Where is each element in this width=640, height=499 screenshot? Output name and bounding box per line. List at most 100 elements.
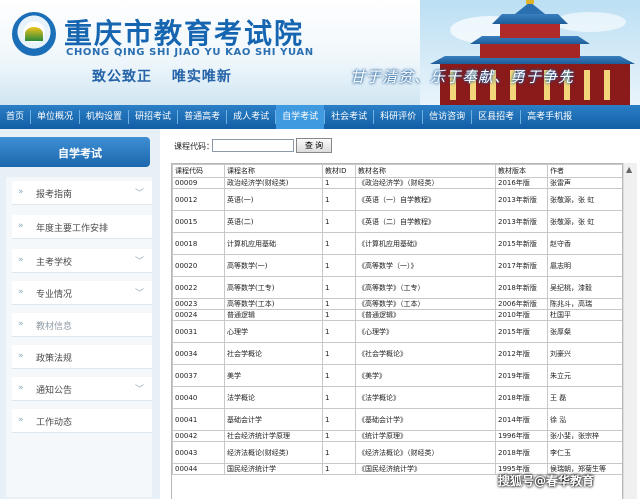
table-row: 00015 英语(二) 1 《英语（二）自学教程》 2013年新版 张敬源，张 虹 — [172, 210, 622, 233]
sidebar-item-textbooks[interactable]: » 教材信息 — [12, 313, 152, 337]
course-code-cell: 00024 — [172, 309, 225, 321]
double-chevron-icon: » — [18, 221, 24, 231]
sidebar-item-host-schools[interactable]: » 主考学校 ﹀ — [12, 249, 152, 273]
textbook-name-cell: 《心理学》 — [355, 320, 496, 343]
nav-about[interactable]: 单位概况 — [31, 105, 79, 129]
table-row: 00042 社会经济统计学原理 1 《统计学原理》 1996年版 张小斐，张宗梓 — [172, 430, 622, 442]
nav-self-study-exam[interactable]: 自学考试 — [276, 105, 325, 129]
edition-cell: 1996年版 — [495, 430, 548, 442]
edition-cell: 2015年版 — [495, 320, 548, 343]
nav-adult-exam[interactable]: 成人考试 — [227, 105, 275, 129]
course-name-cell: 英语(二) — [224, 210, 323, 233]
sidebar-item-policies[interactable]: » 政策法规 — [12, 345, 152, 369]
sidebar-heading: 自学考试 — [0, 137, 150, 167]
double-chevron-icon: » — [18, 383, 24, 393]
course-code-cell: 00023 — [172, 298, 225, 310]
table-row: 00031 心理学 1 《心理学》 2015年版 张厚粲 — [172, 320, 622, 343]
slogan-right: 甘于清贫、乐于奉献、勇于争先 — [350, 68, 575, 86]
table-row: 00024 普通逻辑 1 《普通逻辑》 2010年版 杜国平 — [172, 309, 622, 321]
edition-cell: 2014年版 — [495, 408, 548, 431]
nav-home[interactable]: 首页 — [0, 105, 30, 129]
textbook-name-cell: 《英语（一）自学教程》 — [355, 188, 496, 211]
textbook-id-cell: 1 — [322, 320, 356, 343]
course-name-cell: 社会经济统计学原理 — [224, 430, 323, 442]
course-code-label: 课程代码： — [174, 142, 214, 151]
nav-social-exam[interactable]: 社会考试 — [325, 105, 373, 129]
course-name-cell: 心理学 — [224, 320, 323, 343]
sidebar-item-annual-schedule[interactable]: » 年度主要工作安排 — [12, 215, 152, 239]
author-cell: 张敬源，张 虹 — [547, 188, 622, 211]
double-chevron-icon: » — [18, 187, 24, 197]
site-logo[interactable] — [12, 12, 56, 56]
nav-research[interactable]: 科研评价 — [374, 105, 422, 129]
site-header: 重庆市教育考试院 CHONG QING SHI JIAO YU KAO SHI … — [0, 0, 640, 105]
sidebar-item-label: 主考学校 — [36, 258, 73, 268]
column-header: 教材ID — [322, 164, 356, 178]
textbook-name-cell: 《普通逻辑》 — [355, 309, 496, 321]
nav-mobile-news[interactable]: 高考手机报 — [521, 105, 578, 129]
column-header: 作者 — [547, 164, 622, 178]
vertical-scrollbar[interactable]: ▲ — [623, 163, 637, 499]
sidebar-heading-label: 自学考试 — [58, 147, 102, 160]
search-button[interactable]: 查 询 — [296, 138, 332, 153]
edition-cell: 2010年版 — [495, 309, 548, 321]
chevron-down-icon: ﹀ — [134, 257, 144, 267]
textbook-name-cell: 《政治经济学》（财经类） — [355, 177, 496, 189]
textbook-id-cell: 1 — [322, 386, 356, 409]
building-banner-image — [420, 0, 640, 105]
author-cell: 张敬源，张 虹 — [547, 210, 622, 233]
table-row: 00040 法学概论 1 《法学概论》 2018年版王 磊 — [172, 386, 622, 409]
sidebar-item-majors[interactable]: » 专业情况 ﹀ — [12, 281, 152, 305]
table-row: 00041 基础会计学 1 《基础会计学》 2014年版徐 泓 — [172, 408, 622, 431]
textbook-name-cell: 《计算机应用基础》 — [355, 232, 496, 255]
table-row: 00020 高等数学(一) 1 《高等数学（一）》 2017年新版 扈志明 — [172, 254, 622, 277]
textbook-table: 课程代码 课程名称 教材ID 教材名称 教材版本 作者 00009 政治经济学(财… — [172, 164, 622, 475]
edition-cell: 2012年版 — [495, 342, 548, 365]
author-cell: 杜国平 — [547, 309, 622, 321]
nav-postgrad-exam[interactable]: 研招考试 — [129, 105, 177, 129]
edition-cell: 2015年新版 — [495, 232, 548, 255]
edition-cell: 2006年新版 — [495, 298, 548, 310]
sidebar-item-label: 工作动态 — [36, 418, 73, 428]
sidebar-item-exam-guide[interactable]: » 报考指南 ﹀ — [12, 181, 152, 205]
sidebar-menu: » 报考指南 ﹀ » 年度主要工作安排 » 主考学校 ﹀ » 专业情况 ﹀ » … — [6, 177, 152, 497]
nav-gaokao[interactable]: 普通高考 — [178, 105, 226, 129]
edition-cell: 2018年版 — [495, 441, 548, 464]
course-code-input[interactable] — [212, 139, 294, 152]
textbook-table-container: 课程代码 课程名称 教材ID 教材名称 教材版本 作者 00009 政治经济学(财… — [171, 163, 623, 499]
column-header: 教材名称 — [355, 164, 496, 178]
textbook-name-cell: 《高等数学》（工专） — [355, 276, 496, 299]
sidebar-item-work-news[interactable]: » 工作动态 — [12, 409, 152, 433]
author-cell: 刘豪兴 — [547, 342, 622, 365]
nav-petition[interactable]: 信访咨询 — [423, 105, 471, 129]
nav-organization[interactable]: 机构设置 — [80, 105, 128, 129]
course-name-cell: 高等数学(工专) — [224, 276, 323, 299]
double-chevron-icon: » — [18, 415, 24, 425]
table-row: 00043 经济法概论(财经类) 1 《经济法概论》（财经类） 2018年版 李仁玉 — [172, 441, 622, 464]
edition-cell: 2019年版 — [495, 364, 548, 387]
course-code-cell: 00042 — [172, 430, 225, 442]
table-row: 00009 政治经济学(财经类) 1 《政治经济学》（财经类） 2016年版 张雷声 — [172, 177, 622, 189]
column-header: 课程代码 — [172, 164, 225, 178]
course-code-cell: 00020 — [172, 254, 225, 277]
course-name-cell: 基础会计学 — [224, 408, 323, 431]
scroll-up-icon[interactable]: ▲ — [626, 165, 632, 174]
table-row: 00012 英语(一) 1 《英语（一）自学教程》 2013年新版 张敬源，张 虹 — [172, 188, 622, 211]
textbook-name-cell: 《国民经济统计学》 — [355, 463, 496, 475]
sidebar: 自学考试 » 报考指南 ﹀ » 年度主要工作安排 » 主考学校 ﹀ » 专业情况… — [0, 129, 160, 499]
sidebar-item-notices[interactable]: » 通知公告 ﹀ — [12, 377, 152, 401]
textbook-id-cell: 1 — [322, 309, 356, 321]
table-row: 00034 社会学概论 1 《社会学概论》 2012年版 刘豪兴 — [172, 342, 622, 365]
nav-district-admission[interactable]: 区县招考 — [472, 105, 520, 129]
course-name-cell: 法学概论 — [224, 386, 323, 409]
main-nav: 首页 单位概况 机构设置 研招考试 普通高考 成人考试 自学考试 社会考试 科研… — [0, 105, 640, 129]
textbook-name-cell: 《基础会计学》 — [355, 408, 496, 431]
table-row: 00037 美学 1 《美学》 2019年版 朱立元 — [172, 364, 622, 387]
double-chevron-icon: » — [18, 319, 24, 329]
author-cell: 朱立元 — [547, 364, 622, 387]
edition-cell: 2018年版 — [495, 386, 548, 409]
chevron-down-icon: ﹀ — [134, 385, 144, 395]
textbook-id-cell: 1 — [322, 441, 356, 464]
textbook-name-cell: 《英语（二）自学教程》 — [355, 210, 496, 233]
author-cell: 王 磊 — [547, 386, 622, 409]
